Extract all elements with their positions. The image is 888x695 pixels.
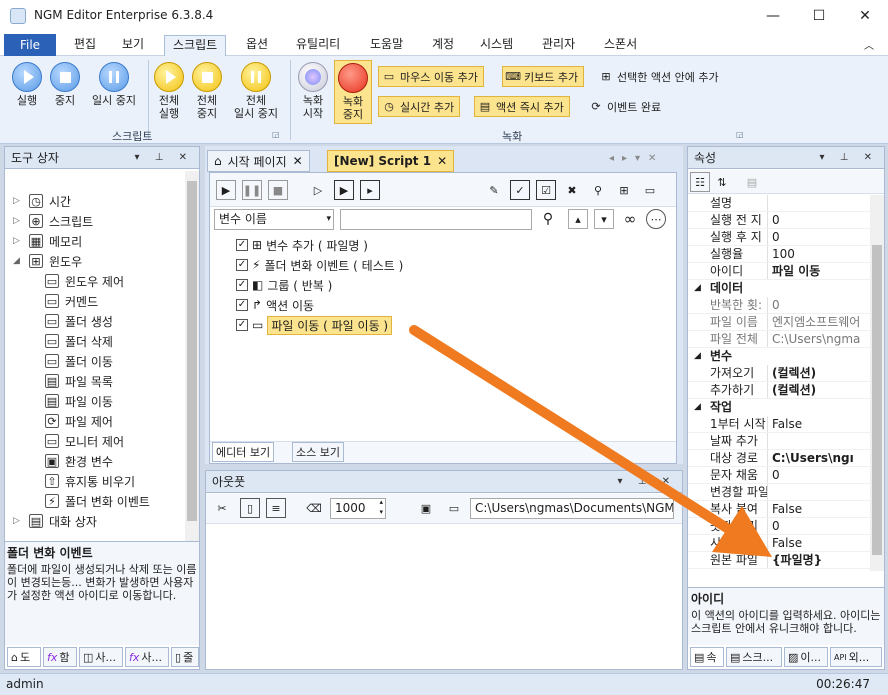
status-time: 00:26:47: [816, 677, 870, 691]
annotation-arrow: [409, 325, 772, 557]
status-user: admin: [6, 677, 44, 691]
arrow-head-icon: [712, 506, 772, 557]
arrow-shaft: [409, 325, 735, 535]
status-bar: admin 00:26:47: [0, 673, 888, 695]
